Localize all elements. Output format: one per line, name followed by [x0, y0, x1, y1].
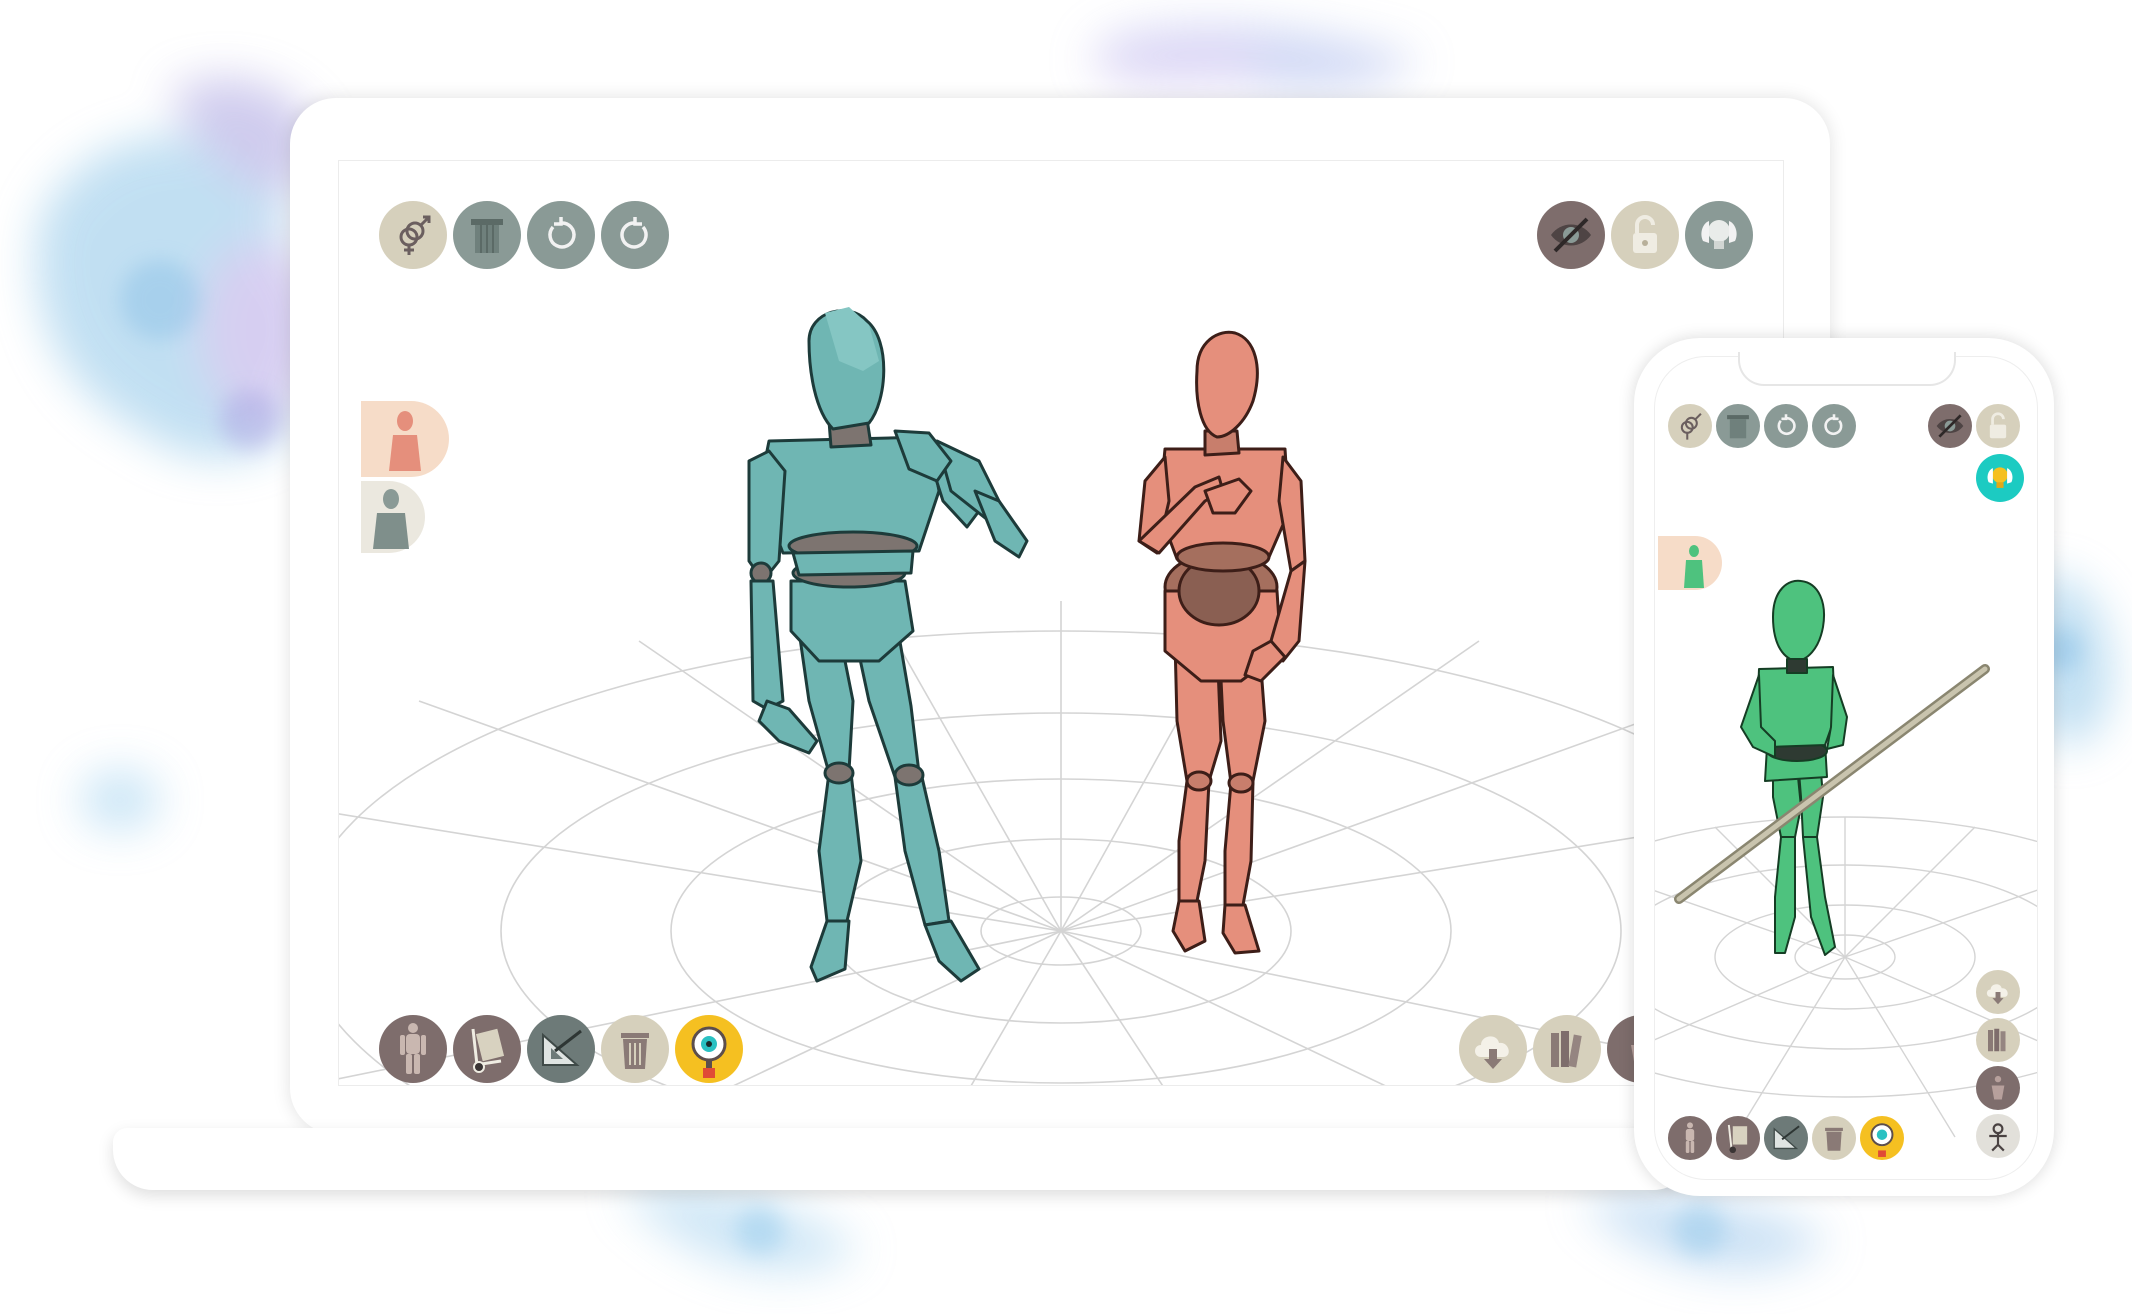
anatomy-figure-icon: [1685, 1122, 1695, 1153]
eye-magnifier-icon: [691, 1026, 727, 1078]
trash-icon: [1825, 1127, 1843, 1151]
visibility-toggle-button[interactable]: [1537, 201, 1605, 269]
cloud-download-icon: [1475, 1036, 1509, 1069]
phone-lighting-button[interactable]: [1976, 454, 2024, 502]
hand-truck-icon: [471, 1028, 505, 1073]
gender-icon: [399, 215, 431, 255]
phone-cloud-download-button[interactable]: [1976, 970, 2020, 1014]
phone-model-tab-green[interactable]: [1658, 536, 1722, 590]
floor-grid: [339, 601, 1783, 1085]
phone-undo-button[interactable]: [1764, 404, 1808, 448]
column-icon: [1727, 415, 1749, 439]
pedestal-button[interactable]: [453, 201, 521, 269]
books-icon: [1551, 1031, 1582, 1068]
measure-button[interactable]: [527, 1015, 595, 1083]
phone-visibility-toggle-button[interactable]: [1928, 404, 1972, 448]
figure-pose-icon: [1991, 1075, 2005, 1100]
padlock-open-icon: [1989, 412, 2007, 439]
phone-add-figure-button[interactable]: [1668, 1116, 1712, 1160]
props-button[interactable]: [453, 1015, 521, 1083]
phone-redo-button[interactable]: [1812, 404, 1856, 448]
lightbulb-icon: [1987, 467, 2013, 488]
phone-lock-toggle-button[interactable]: [1976, 404, 2020, 448]
delete-button[interactable]: [601, 1015, 669, 1083]
model-tab-female[interactable]: [361, 401, 449, 477]
lighting-button[interactable]: [1685, 201, 1753, 269]
set-square-icon: [1773, 1125, 1800, 1150]
set-square-icon: [542, 1029, 582, 1066]
lightbulb-icon: [1701, 220, 1737, 249]
mannequin-male-icon: [373, 489, 409, 549]
redo-button[interactable]: [601, 201, 669, 269]
laptop-screen: [338, 160, 1784, 1086]
camera-view-button[interactable]: [675, 1015, 743, 1083]
cloud-download-icon: [1986, 984, 2008, 1005]
redo-icon: [1824, 414, 1843, 436]
add-figure-button[interactable]: [379, 1015, 447, 1083]
lock-toggle-button[interactable]: [1611, 201, 1679, 269]
viewport-3d[interactable]: [339, 161, 1783, 1085]
phone-skeleton-button[interactable]: [1976, 1114, 2020, 1158]
phone-notch: [1738, 352, 1956, 386]
phone-library-button[interactable]: [1976, 1018, 2020, 1062]
phone-pedestal-button[interactable]: [1716, 404, 1760, 448]
phone-camera-view-button[interactable]: [1860, 1116, 1904, 1160]
model-tab-male[interactable]: [361, 481, 425, 553]
eye-slash-icon: [1551, 217, 1591, 253]
anatomy-figure-icon: [400, 1023, 426, 1074]
redo-icon: [620, 217, 648, 249]
library-button[interactable]: [1533, 1015, 1601, 1083]
books-icon: [1988, 1028, 2006, 1052]
cloud-download-button[interactable]: [1459, 1015, 1527, 1083]
phone-props-button[interactable]: [1716, 1116, 1760, 1160]
phone-pose-button[interactable]: [1976, 1066, 2020, 1110]
mannequin-green-figure[interactable]: [1740, 579, 1848, 956]
mannequin-female-icon: [389, 411, 421, 471]
eye-slash-icon: [1936, 414, 1964, 438]
gender-toggle-button[interactable]: [379, 201, 447, 269]
phone-gender-toggle-button[interactable]: [1668, 404, 1712, 448]
trash-icon: [621, 1033, 649, 1069]
phone-measure-button[interactable]: [1764, 1116, 1808, 1160]
gender-icon: [1680, 413, 1702, 440]
undo-icon: [548, 217, 576, 249]
padlock-open-icon: [1633, 215, 1657, 253]
phone-delete-button[interactable]: [1812, 1116, 1856, 1160]
laptop-base: [113, 1128, 1693, 1190]
hand-truck-icon: [1727, 1124, 1748, 1154]
mannequin-green-icon: [1684, 545, 1704, 588]
undo-icon: [1777, 414, 1796, 436]
eye-magnifier-icon: [1870, 1123, 1894, 1157]
undo-button[interactable]: [527, 201, 595, 269]
column-icon: [471, 219, 503, 253]
skeleton-icon: [1989, 1123, 2007, 1152]
